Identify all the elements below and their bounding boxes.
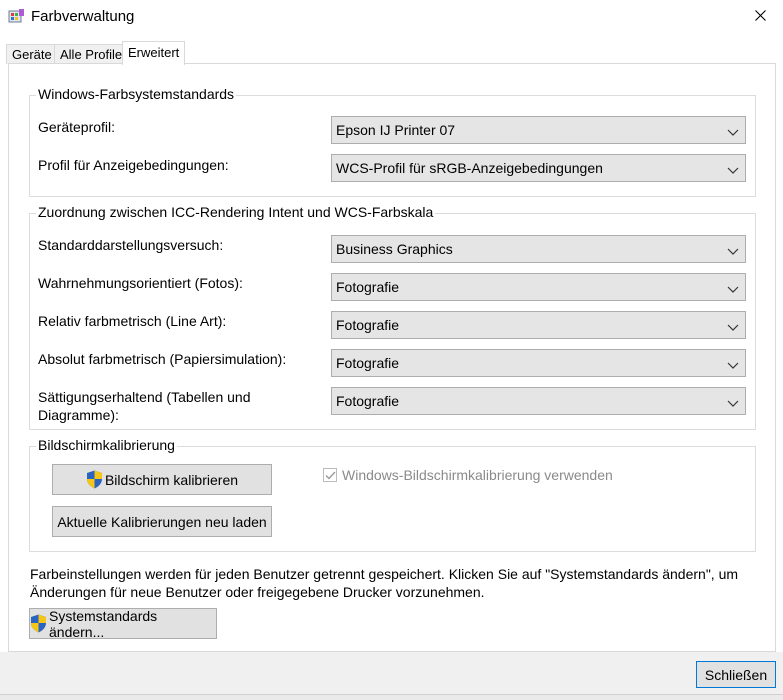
chevron-down-icon (727, 358, 739, 369)
device-profile-value: Epson IJ Printer 07 (336, 122, 456, 138)
calibrate-display-button[interactable]: Bildschirm kalibrieren (52, 464, 272, 495)
chevron-down-icon (727, 396, 739, 407)
absolute-colorimetric-dropdown[interactable]: Fotografie (331, 349, 746, 377)
tab-all-profiles[interactable]: Alle Profile (54, 44, 129, 64)
group-title: Bildschirmkalibrierung (36, 437, 177, 453)
chevron-down-icon (727, 282, 739, 293)
windows-calibration-checkbox[interactable] (323, 468, 337, 482)
chevron-down-icon (727, 320, 739, 331)
info-text: Farbeinstellungen werden für jeden Benut… (30, 566, 739, 600)
perceptual-value: Fotografie (336, 279, 400, 295)
viewing-conditions-value: WCS-Profil für sRGB-Anzeigebedingungen (336, 160, 603, 176)
windows-calibration-option[interactable]: Windows-Bildschirmkalibrierung verwenden (323, 467, 613, 483)
close-button-label: Schließen (704, 666, 768, 683)
viewing-conditions-label: Profil für Anzeigebedingungen: (38, 157, 229, 173)
saturation-dropdown[interactable]: Fotografie (331, 387, 746, 415)
absolute-colorimetric-label: Absolut farbmetrisch (Papiersimulation): (38, 351, 287, 367)
device-profile-dropdown[interactable]: Epson IJ Printer 07 (331, 116, 746, 144)
default-rendering-dropdown[interactable]: Business Graphics (331, 235, 746, 263)
tab-advanced[interactable]: Erweitert (122, 41, 186, 65)
calibrate-display-label: Bildschirm kalibrieren (104, 471, 239, 488)
window-title: Farbverwaltung (31, 8, 135, 25)
default-rendering-label: Standarddarstellungsversuch: (38, 237, 224, 253)
perceptual-dropdown[interactable]: Fotografie (331, 273, 746, 301)
chevron-down-icon (727, 125, 739, 136)
chevron-down-icon (727, 163, 739, 174)
viewing-conditions-dropdown[interactable]: WCS-Profil für sRGB-Anzeigebedingungen (331, 154, 746, 182)
saturation-label: Sättigungserhaltend (Tabellen und Diagra… (38, 389, 251, 423)
group-title: Zuordnung zwischen ICC-Rendering Intent … (36, 204, 436, 220)
close-icon (754, 8, 766, 24)
change-system-defaults-button[interactable]: Systemstandards ändern... (29, 607, 217, 640)
windows-calibration-label: Windows-Bildschirmkalibrierung verwenden (342, 467, 613, 483)
chevron-down-icon (727, 244, 739, 255)
color-management-app-icon (8, 8, 25, 25)
checkmark-icon (325, 467, 336, 483)
perceptual-label: Wahrnehmungsorientiert (Fotos): (38, 275, 243, 291)
saturation-value: Fotografie (336, 393, 400, 409)
uac-shield-icon (86, 470, 103, 489)
dialog-footer: Schließen (0, 652, 783, 700)
group-title: Windows-Farbsystemstandards (36, 86, 237, 102)
tab-devices[interactable]: Geräte (6, 44, 58, 64)
bottom-edge (0, 694, 783, 700)
relative-colorimetric-label: Relativ farbmetrisch (Line Art): (38, 313, 227, 329)
reload-calibrations-button[interactable]: Aktuelle Kalibrierungen neu laden (52, 506, 272, 537)
absolute-colorimetric-value: Fotografie (336, 355, 400, 371)
default-rendering-value: Business Graphics (336, 241, 453, 257)
reload-calibrations-label: Aktuelle Kalibrierungen neu laden (57, 513, 267, 530)
relative-colorimetric-dropdown[interactable]: Fotografie (331, 311, 746, 339)
uac-shield-icon (30, 614, 47, 633)
device-profile-label: Geräteprofil: (38, 119, 116, 135)
title-bar: Farbverwaltung (0, 0, 783, 34)
close-window-button[interactable] (737, 0, 783, 32)
change-system-defaults-label: Systemstandards ändern... (49, 607, 158, 640)
advanced-tab-panel: Windows-Farbsystemstandards Geräteprofil… (8, 63, 776, 652)
close-button[interactable]: Schließen (696, 661, 776, 688)
relative-colorimetric-value: Fotografie (336, 317, 400, 333)
